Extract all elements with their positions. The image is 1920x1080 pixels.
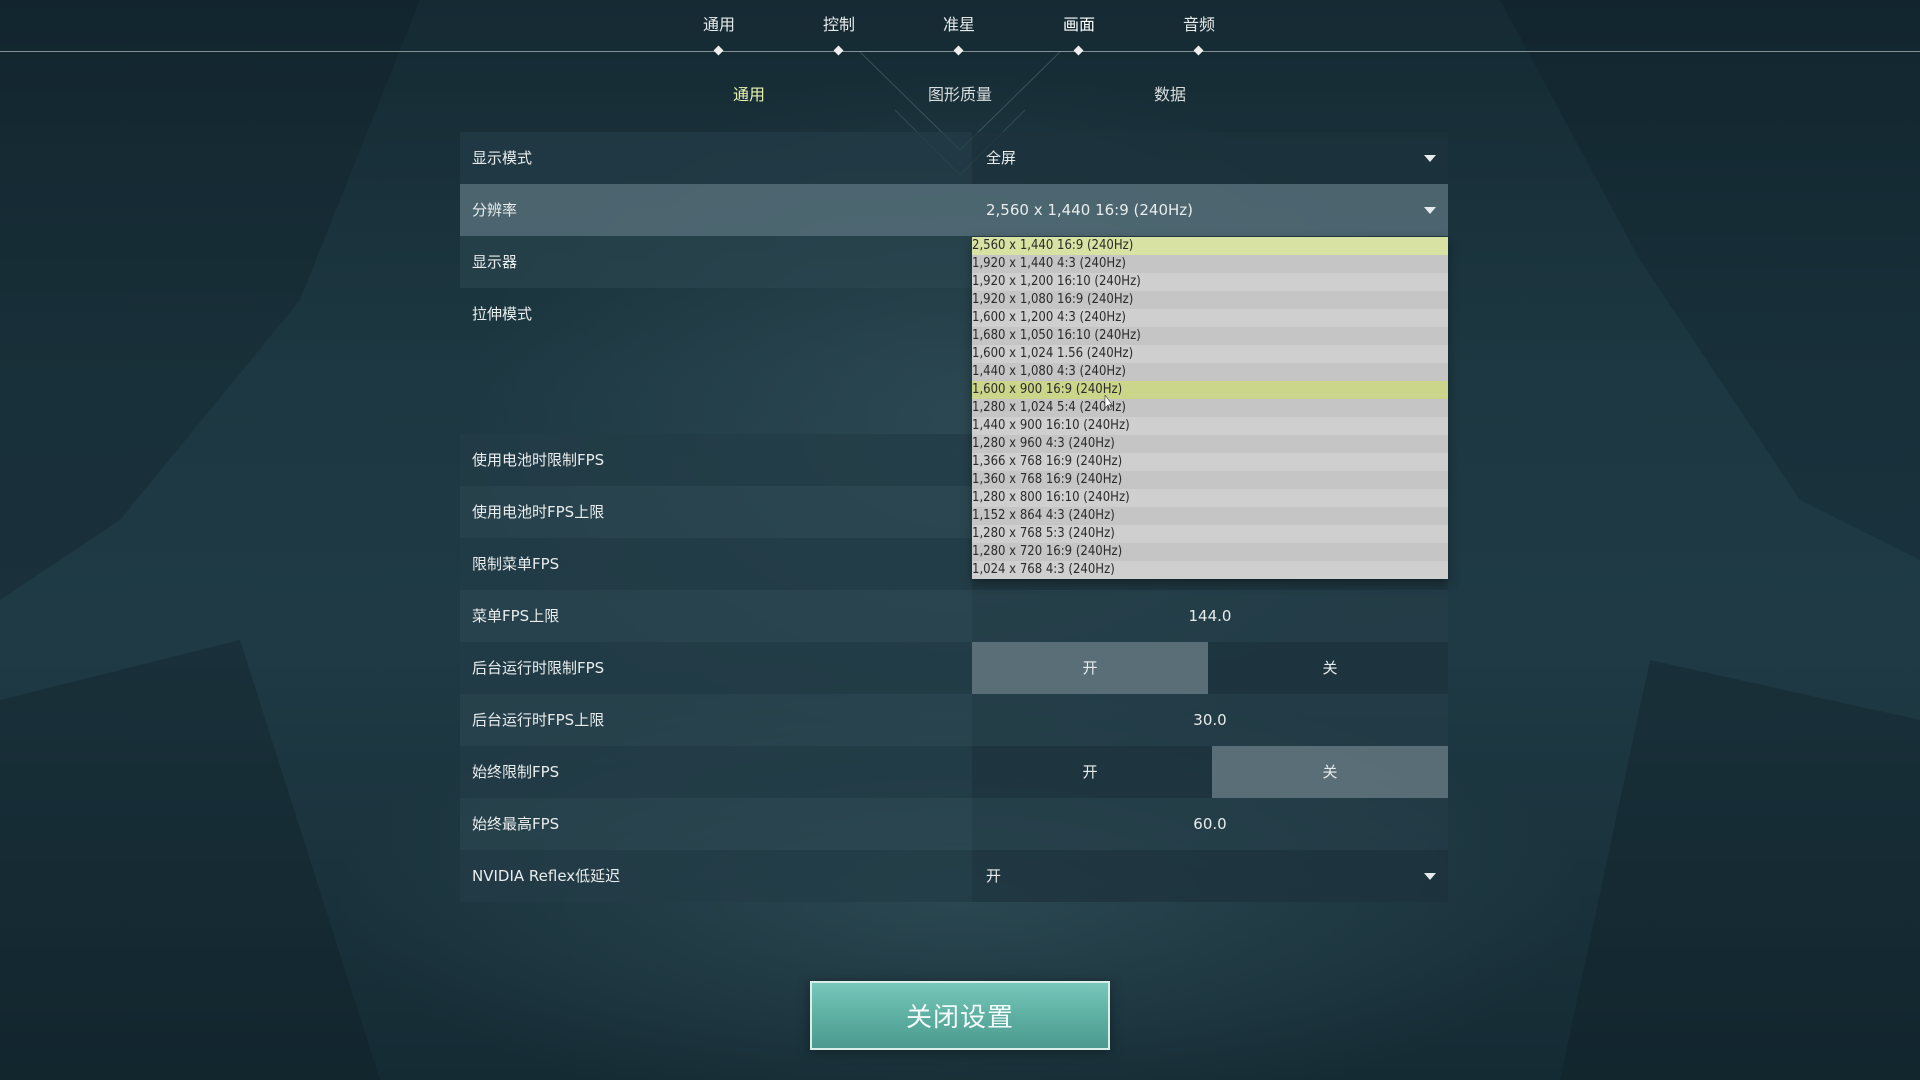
- setting-label: 显示器: [472, 253, 518, 271]
- tab-label: 准星: [942, 15, 975, 34]
- background-limit-fps-off-button[interactable]: 关: [1212, 642, 1448, 694]
- subtab-graphics-quality[interactable]: 图形质量: [890, 81, 1030, 105]
- background-limit-fps-on-button[interactable]: 开: [972, 642, 1208, 694]
- setting-label: 菜单FPS上限: [472, 607, 560, 625]
- resolution-option[interactable]: 1,920 x 1,440 4:3 (240Hz): [972, 255, 1448, 273]
- dropdown-value: 2,560 x 1,440 16:9 (240Hz): [986, 201, 1194, 219]
- resolution-option[interactable]: 1,680 x 1,050 16:10 (240Hz): [972, 327, 1448, 345]
- resolution-option[interactable]: 1,280 x 960 4:3 (240Hz): [972, 435, 1448, 453]
- chevron-down-icon: [1424, 207, 1436, 214]
- tab-marker-icon: [833, 45, 844, 56]
- tab-marker-icon: [953, 45, 964, 56]
- slider-value: 30.0: [1193, 711, 1227, 729]
- resolution-option[interactable]: 1,440 x 1,080 4:3 (240Hz): [972, 363, 1448, 381]
- resolution-options-list: 2,560 x 1,440 16:9 (240Hz) 1,920 x 1,440 …: [972, 237, 1448, 579]
- setting-row-resolution: 分辨率 2,560 x 1,440 16:9 (240Hz): [460, 184, 1448, 236]
- tab-general[interactable]: 通用: [659, 14, 779, 56]
- resolution-option[interactable]: 1,920 x 1,080 16:9 (240Hz): [972, 291, 1448, 309]
- subtab-general[interactable]: 通用: [679, 81, 819, 105]
- close-settings-button[interactable]: 关闭设置: [810, 981, 1110, 1050]
- setting-label: 分辨率: [472, 201, 518, 219]
- setting-row-nvidia-reflex: NVIDIA Reflex低延迟 开: [460, 850, 1448, 902]
- tab-label: 通用: [702, 15, 735, 34]
- resolution-option[interactable]: 1,366 x 768 16:9 (240Hz): [972, 453, 1448, 471]
- setting-label: 始终限制FPS: [472, 763, 560, 781]
- always-limit-fps-on-button[interactable]: 开: [972, 746, 1208, 798]
- tab-crosshair[interactable]: 准星: [899, 14, 1019, 56]
- resolution-option[interactable]: 1,600 x 900 16:9 (240Hz): [972, 381, 1448, 399]
- setting-label: 使用电池时FPS上限: [472, 503, 605, 521]
- setting-row-display-mode: 显示模式 全屏: [460, 132, 1448, 184]
- always-max-fps-slider[interactable]: 60.0: [972, 798, 1448, 850]
- chevron-down-icon: [1424, 155, 1436, 162]
- setting-row-always-limit-fps: 始终限制FPS 开 关: [460, 746, 1448, 798]
- dropdown-value: 开: [986, 867, 1002, 885]
- resolution-option[interactable]: 2,560 x 1,440 16:9 (240Hz): [972, 237, 1448, 255]
- setting-label: 限制菜单FPS: [472, 555, 560, 573]
- background-fps-cap-slider[interactable]: 30.0: [972, 694, 1448, 746]
- resolution-option[interactable]: 1,600 x 1,024 1.56 (240Hz): [972, 345, 1448, 363]
- resolution-option[interactable]: 1,280 x 800 16:10 (240Hz): [972, 489, 1448, 507]
- slider-value: 144.0: [1188, 607, 1232, 625]
- tab-marker-icon: [1073, 45, 1084, 56]
- slider-value: 60.0: [1193, 815, 1227, 833]
- resolution-option[interactable]: 1,280 x 720 16:9 (240Hz): [972, 543, 1448, 561]
- setting-row-background-limit-fps: 后台运行时限制FPS 开 关: [460, 642, 1448, 694]
- setting-row-menu-fps-cap: 菜单FPS上限 144.0: [460, 590, 1448, 642]
- chevron-down-icon: [1424, 873, 1436, 880]
- tab-marker-icon: [713, 45, 724, 56]
- resolution-dropdown[interactable]: 2,560 x 1,440 16:9 (240Hz): [972, 184, 1448, 236]
- resolution-option[interactable]: 1,440 x 900 16:10 (240Hz): [972, 417, 1448, 435]
- setting-label: 使用电池时限制FPS: [472, 451, 605, 469]
- setting-label: 显示模式: [472, 149, 533, 167]
- dropdown-value: 全屏: [986, 149, 1017, 167]
- tab-label: 音频: [1182, 15, 1215, 34]
- setting-label: 后台运行时FPS上限: [472, 711, 605, 729]
- resolution-option[interactable]: 1,024 x 768 4:3 (240Hz): [972, 561, 1448, 579]
- tab-marker-icon: [1193, 45, 1204, 56]
- tab-label: 画面: [1062, 15, 1095, 34]
- always-limit-fps-off-button[interactable]: 关: [1212, 746, 1448, 798]
- setting-row-background-fps-cap: 后台运行时FPS上限 30.0: [460, 694, 1448, 746]
- tab-label: 控制: [822, 15, 855, 34]
- tab-video[interactable]: 画面: [1019, 14, 1139, 56]
- resolution-option[interactable]: 1,600 x 1,200 4:3 (240Hz): [972, 309, 1448, 327]
- setting-label: 始终最高FPS: [472, 815, 560, 833]
- nvidia-reflex-dropdown[interactable]: 开: [972, 850, 1448, 902]
- resolution-option[interactable]: 1,280 x 768 5:3 (240Hz): [972, 525, 1448, 543]
- subtab-stats[interactable]: 数据: [1100, 81, 1240, 105]
- setting-row-always-max-fps: 始终最高FPS 60.0: [460, 798, 1448, 850]
- resolution-option[interactable]: 1,280 x 1,024 5:4 (240Hz): [972, 399, 1448, 417]
- resolution-option[interactable]: 1,920 x 1,200 16:10 (240Hz): [972, 273, 1448, 291]
- resolution-option[interactable]: 1,360 x 768 16:9 (240Hz): [972, 471, 1448, 489]
- tab-controls[interactable]: 控制: [779, 14, 899, 56]
- menu-fps-cap-slider[interactable]: 144.0: [972, 590, 1448, 642]
- top-nav: 通用 控制 准星 画面 音频: [0, 0, 1920, 56]
- resolution-option[interactable]: 1,152 x 864 4:3 (240Hz): [972, 507, 1448, 525]
- setting-label: 后台运行时限制FPS: [472, 659, 605, 677]
- tab-audio[interactable]: 音频: [1139, 14, 1259, 56]
- setting-label: 拉伸模式: [472, 305, 533, 323]
- mouse-cursor-icon: [1104, 395, 1112, 411]
- display-mode-dropdown[interactable]: 全屏: [972, 132, 1448, 184]
- setting-label: NVIDIA Reflex低延迟: [472, 867, 621, 885]
